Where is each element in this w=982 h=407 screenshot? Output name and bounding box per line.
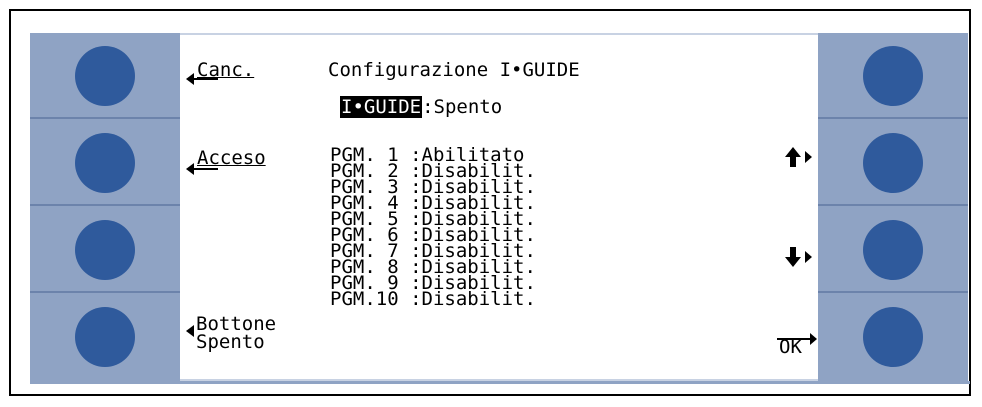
status-key: I•GUIDE [340,96,423,118]
left-button-panel [30,33,180,381]
status-line: I•GUIDE:Spento [340,96,503,118]
left-key-3-cell [30,207,180,293]
right-key-1-cell [818,33,968,119]
program-list: PGM. 1 :Abilitato PGM. 2 :Disabilit. PGM… [330,146,536,310]
up-arrow-icon[interactable] [783,145,815,169]
ok-arrow-icon [810,333,817,345]
right-button-panel [818,33,968,381]
lcd-screen: Canc. Configurazione I•GUIDE I•GUIDE:Spe… [180,33,818,381]
left-soft-key-1[interactable] [75,46,135,106]
right-key-3-cell [818,207,968,293]
left-key-1-cell [30,33,180,119]
right-soft-key-3[interactable] [863,220,923,280]
ok-softkey-label[interactable]: OK [779,338,802,357]
cancel-softkey-label[interactable]: Canc. [197,61,254,80]
button-off-softkey-label[interactable]: Bottone Spento [196,315,276,352]
right-soft-key-1[interactable] [863,46,923,106]
down-arrow-icon[interactable] [783,245,815,269]
on-softkey-label[interactable]: Acceso [197,149,266,168]
button-off-arrow-icon [186,325,194,337]
left-key-2-cell [30,120,180,206]
bottom-bar [30,381,970,384]
right-soft-key-2[interactable] [863,133,923,193]
right-key-2-cell [818,120,968,206]
left-key-4-cell [30,294,180,380]
right-soft-key-4[interactable] [863,307,923,367]
list-item: PGM.10 :Disabilit. [330,288,536,310]
page-title: Configurazione I•GUIDE [328,59,580,81]
left-soft-key-3[interactable] [75,220,135,280]
left-soft-key-4[interactable] [75,307,135,367]
status-value: :Spento [422,96,503,118]
left-soft-key-2[interactable] [75,133,135,193]
right-key-4-cell [818,294,968,380]
